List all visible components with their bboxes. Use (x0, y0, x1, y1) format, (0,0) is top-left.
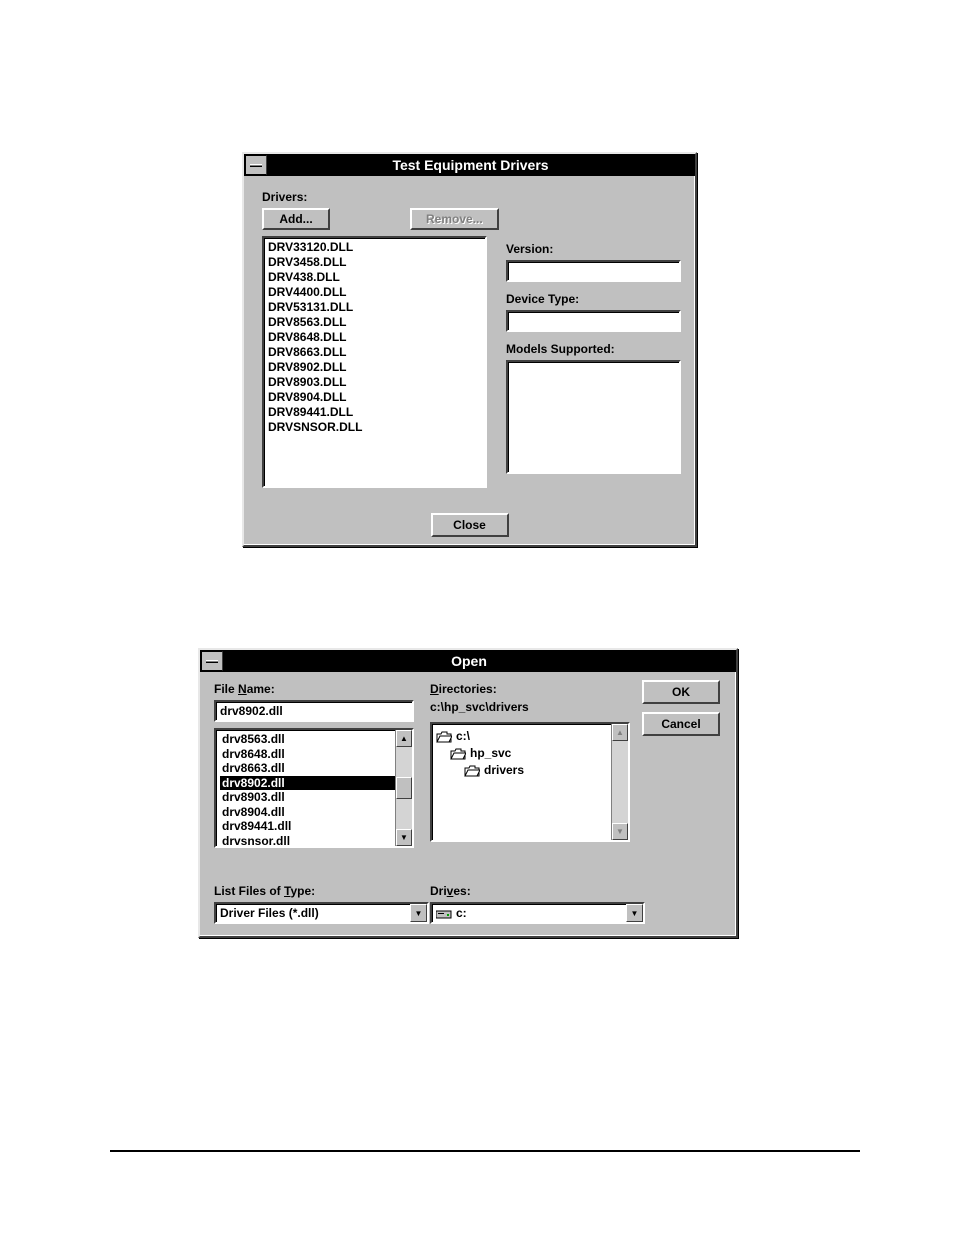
directory-scrollbar: ▲ ▼ (611, 724, 628, 840)
remove-button: Remove... (410, 208, 499, 230)
scroll-thumb[interactable] (396, 777, 412, 799)
drives-combobox[interactable]: c: ▼ (430, 902, 645, 924)
title-bar: Open (200, 650, 736, 672)
file-list-item[interactable]: drv8902.dll (220, 776, 395, 791)
driver-list-item[interactable]: DRV89441.DLL (268, 405, 481, 420)
test-equipment-drivers-dialog: Test Equipment Drivers Drivers: Add... R… (242, 152, 697, 547)
file-list-item[interactable]: drv8563.dll (220, 732, 395, 747)
scroll-down-button: ▼ (612, 823, 628, 840)
directories-label: Directories: (430, 682, 630, 696)
drivers-listbox[interactable]: DRV33120.DLLDRV3458.DLLDRV438.DLLDRV4400… (262, 236, 487, 488)
driver-list-item[interactable]: DRV4400.DLL (268, 285, 481, 300)
file-type-value: Driver Files (*.dll) (216, 904, 410, 922)
file-list-item[interactable]: drv8903.dll (220, 790, 395, 805)
close-button[interactable]: Close (431, 513, 509, 537)
driver-list-item[interactable]: DRV8904.DLL (268, 390, 481, 405)
driver-list-item[interactable]: DRV3458.DLL (268, 255, 481, 270)
file-name-input[interactable] (214, 700, 414, 722)
scroll-down-button[interactable]: ▼ (396, 829, 412, 846)
list-files-type-label: List Files of Type: (214, 884, 429, 898)
version-label: Version: (506, 242, 681, 256)
scroll-up-button: ▲ (612, 724, 628, 741)
file-listbox[interactable]: drv8563.dlldrv8648.dlldrv8663.dlldrv8902… (214, 728, 414, 848)
file-list-item[interactable]: drv8663.dll (220, 761, 395, 776)
file-list-scrollbar[interactable]: ▲ ▼ (395, 730, 412, 846)
dialog-title: Test Equipment Drivers (268, 157, 695, 173)
system-menu-icon[interactable] (245, 155, 267, 175)
directory-name: c:\ (456, 728, 470, 745)
current-directory-path: c:\hp_svc\drivers (430, 700, 630, 714)
file-list-item[interactable]: drvsnsor.dll (220, 834, 395, 847)
driver-list-item[interactable]: DRV33120.DLL (268, 240, 481, 255)
open-file-dialog: Open File Name: drv8563.dlldrv8648.dlldr… (198, 648, 738, 938)
file-list-item[interactable]: drv89441.dll (220, 819, 395, 834)
file-list-item[interactable]: drv8904.dll (220, 805, 395, 820)
driver-list-item[interactable]: DRV53131.DLL (268, 300, 481, 315)
file-type-combobox[interactable]: Driver Files (*.dll) ▼ (214, 902, 429, 924)
driver-list-item[interactable]: DRV8663.DLL (268, 345, 481, 360)
folder-open-icon (464, 765, 480, 777)
directory-name: drivers (484, 762, 524, 779)
file-list-item[interactable]: drv8648.dll (220, 747, 395, 762)
chevron-down-icon[interactable]: ▼ (410, 904, 427, 922)
driver-list-item[interactable]: DRV8648.DLL (268, 330, 481, 345)
folder-open-icon (450, 748, 466, 760)
driver-list-item[interactable]: DRV438.DLL (268, 270, 481, 285)
page-divider (110, 1150, 860, 1152)
title-bar: Test Equipment Drivers (244, 154, 695, 176)
device-type-field (506, 310, 681, 332)
folder-open-icon (436, 731, 452, 743)
models-supported-label: Models Supported: (506, 342, 681, 356)
driver-list-item[interactable]: DRVSNSOR.DLL (268, 420, 481, 435)
drivers-label: Drivers: (262, 190, 677, 204)
directory-tree-item[interactable]: drivers (436, 762, 607, 779)
chevron-down-icon[interactable]: ▼ (626, 904, 643, 922)
drive-value: c: (432, 904, 626, 922)
cancel-button[interactable]: Cancel (642, 712, 720, 736)
file-name-label: File Name: (214, 682, 414, 696)
ok-button[interactable]: OK (642, 680, 720, 704)
driver-list-item[interactable]: DRV8903.DLL (268, 375, 481, 390)
driver-list-item[interactable]: DRV8902.DLL (268, 360, 481, 375)
directory-listbox[interactable]: c:\hp_svcdrivers ▲ ▼ (430, 722, 630, 842)
add-button[interactable]: Add... (262, 208, 330, 230)
scroll-up-button[interactable]: ▲ (396, 730, 412, 747)
driver-list-item[interactable]: DRV8563.DLL (268, 315, 481, 330)
drive-icon (436, 908, 452, 918)
directory-tree-item[interactable]: hp_svc (436, 745, 607, 762)
models-supported-listbox (506, 360, 681, 474)
drives-label: Drives: (430, 884, 630, 898)
version-field (506, 260, 681, 282)
directory-tree-item[interactable]: c:\ (436, 728, 607, 745)
dialog-title: Open (224, 653, 736, 669)
system-menu-icon[interactable] (201, 651, 223, 671)
device-type-label: Device Type: (506, 292, 681, 306)
directory-name: hp_svc (470, 745, 511, 762)
